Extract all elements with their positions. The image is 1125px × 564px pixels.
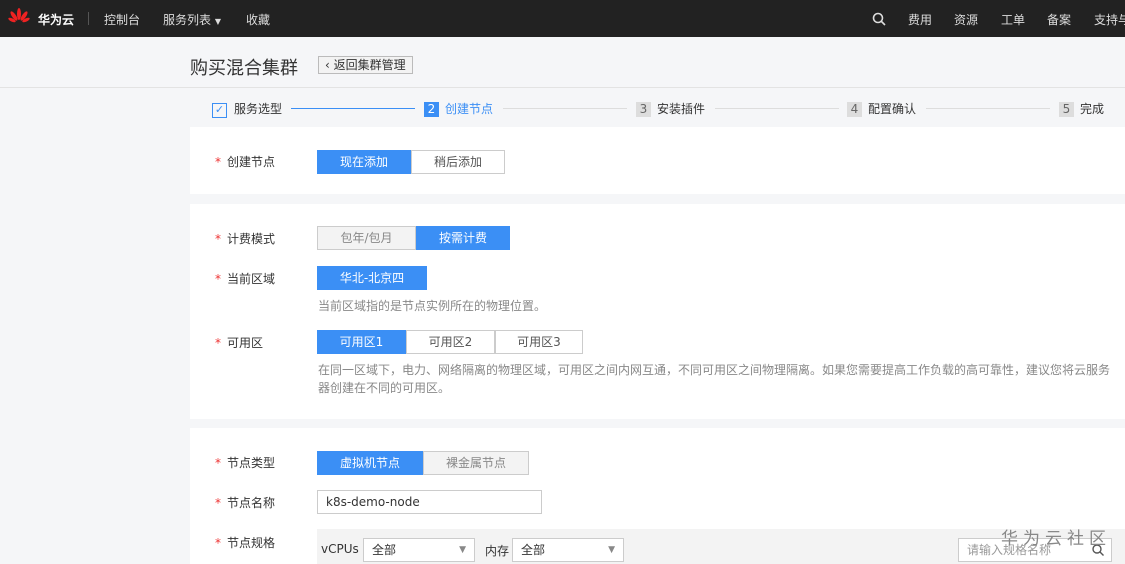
step-done: 5 完成	[1059, 100, 1104, 117]
step-number: 4	[847, 102, 862, 117]
step-connector	[715, 108, 839, 109]
nav-resources[interactable]: 资源	[954, 11, 978, 28]
nav-billing[interactable]: 费用	[908, 11, 932, 28]
step-label: 创建节点	[445, 102, 494, 116]
caret-down-icon: ▼	[608, 545, 615, 555]
vcpus-select[interactable]: 全部 ▼	[363, 538, 475, 562]
region-selector: 华北-北京四	[317, 266, 427, 290]
step-service-selection: ✓ 服务选型	[212, 100, 282, 118]
caret-down-icon: ▼	[214, 17, 221, 26]
nav-console[interactable]: 控制台	[104, 11, 140, 28]
step-confirm-config: 4 配置确认	[847, 100, 916, 117]
back-label: 返回集群管理	[333, 58, 406, 72]
create-node-toggle: 现在添加 稍后添加	[317, 150, 505, 174]
step-number: 5	[1059, 102, 1074, 117]
node-name-input[interactable]: k8s-demo-node	[317, 490, 542, 514]
az-label: * 可用区	[215, 336, 264, 350]
search-icon[interactable]	[872, 12, 886, 26]
step-install-plugins: 3 安装插件	[636, 100, 705, 117]
step-label: 安装插件	[657, 102, 706, 116]
az-hint: 在同一区域下，电力、网络隔离的物理区域，可用区之间内网互通，不同可用区之间物理隔…	[318, 363, 1111, 395]
memory-label: 内存	[485, 544, 510, 558]
step-connector	[291, 108, 415, 109]
az-toggle: 可用区1 可用区2 可用区3	[317, 330, 583, 354]
step-connector	[503, 108, 627, 109]
back-to-cluster-button[interactable]: ‹ 返回集群管理	[318, 56, 413, 74]
region-hint: 当前区域指的是节点实例所在的物理位置。	[318, 299, 547, 313]
step-number: 3	[636, 102, 651, 117]
az2-option[interactable]: 可用区2	[406, 330, 495, 354]
vcpus-label: vCPUs	[321, 542, 359, 556]
step-label: 服务选型	[234, 102, 283, 116]
chevron-left-icon: ‹	[325, 58, 330, 72]
nav-service-list[interactable]: 服务列表 ▼	[163, 11, 221, 28]
yearly-monthly-option[interactable]: 包年/包月	[317, 226, 416, 250]
step-label: 完成	[1080, 102, 1105, 116]
nav-favorites[interactable]: 收藏	[246, 11, 270, 28]
nav-support[interactable]: 支持与	[1094, 11, 1125, 28]
region-option[interactable]: 华北-北京四	[317, 266, 427, 290]
pay-per-use-option[interactable]: 按需计费	[416, 226, 510, 250]
huawei-logo-icon[interactable]	[8, 7, 30, 29]
top-nav-bar: 华为云 控制台 服务列表 ▼ 收藏 费用 资源 工单 备案 支持与	[0, 0, 1125, 37]
step-create-node: 2 创建节点	[424, 100, 493, 117]
step-number: 2	[424, 102, 439, 117]
brand-name[interactable]: 华为云	[38, 11, 74, 28]
vcpus-value: 全部	[372, 543, 397, 557]
billing-mode-toggle: 包年/包月 按需计费	[317, 226, 510, 250]
nav-icp[interactable]: 备案	[1047, 11, 1071, 28]
page-title: 购买混合集群	[190, 58, 298, 79]
vm-node-option[interactable]: 虚拟机节点	[317, 451, 423, 475]
step-connector	[926, 108, 1050, 109]
caret-down-icon: ▼	[459, 545, 466, 555]
create-node-label: * 创建节点	[215, 155, 276, 169]
memory-select[interactable]: 全部 ▼	[512, 538, 624, 562]
node-type-label: * 节点类型	[215, 456, 276, 470]
memory-value: 全部	[521, 543, 546, 557]
node-type-toggle: 虚拟机节点 裸金属节点	[317, 451, 529, 475]
node-name-label: * 节点名称	[215, 496, 276, 510]
region-label: * 当前区域	[215, 272, 276, 286]
divider	[0, 87, 1125, 88]
az1-option[interactable]: 可用区1	[317, 330, 406, 354]
nav-tickets[interactable]: 工单	[1001, 11, 1025, 28]
watermark: 华为云社区	[1001, 529, 1111, 549]
step-label: 配置确认	[868, 102, 917, 116]
divider	[88, 12, 89, 25]
nav-service-list-label: 服务列表	[163, 13, 212, 27]
bare-metal-option[interactable]: 裸金属节点	[423, 451, 529, 475]
billing-mode-label: * 计费模式	[215, 232, 276, 246]
add-now-option[interactable]: 现在添加	[317, 150, 411, 174]
check-icon: ✓	[212, 103, 227, 118]
az3-option[interactable]: 可用区3	[495, 330, 583, 354]
add-later-option[interactable]: 稍后添加	[411, 150, 505, 174]
node-spec-label: * 节点规格	[215, 536, 276, 550]
